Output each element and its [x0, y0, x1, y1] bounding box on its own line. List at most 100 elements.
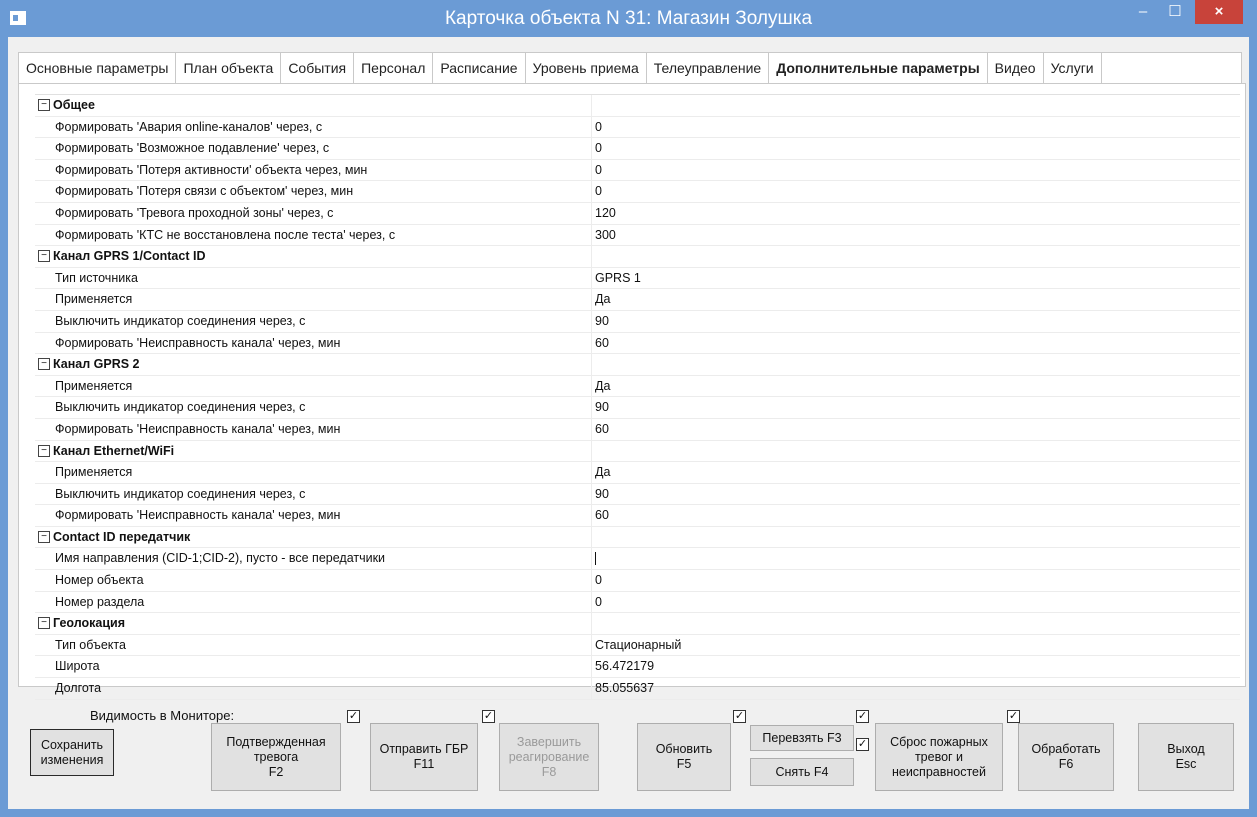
visibility-checkbox-confirmed-alarm[interactable]: ✓ [347, 710, 360, 723]
property-row[interactable]: Формировать 'КТС не восстановлена после … [35, 224, 1240, 247]
property-row[interactable]: Имя направления (CID-1;CID-2), пусто - в… [35, 548, 1240, 571]
tab-8[interactable]: Видео [988, 53, 1044, 83]
property-row[interactable]: Формировать 'Неисправность канала' через… [35, 505, 1240, 527]
disarm-button[interactable]: Снять F4 [750, 758, 854, 786]
property-row[interactable]: Тип источника GPRS 1 [35, 267, 1240, 290]
property-name: Широта [55, 659, 100, 674]
property-row[interactable]: Формировать 'Потеря связи с объектом' че… [35, 181, 1240, 203]
visibility-checkbox-reset-fire[interactable]: ✓ [1007, 710, 1020, 723]
title-bar[interactable]: Карточка объекта N 31: Магазин Золушка –… [0, 0, 1257, 37]
property-value[interactable]: 0 [595, 595, 602, 609]
category-row[interactable]: − Общее [35, 95, 1240, 117]
property-value[interactable]: 60 [595, 336, 609, 350]
tab-strip: Основные параметры План объекта События Пер… [18, 52, 1242, 83]
property-row[interactable]: Применяется Да [35, 375, 1240, 398]
collapse-icon[interactable]: − [38, 250, 50, 263]
properties-panel: − Общее Формировать 'Авария online-каналов… [18, 83, 1246, 700]
property-row[interactable]: Формировать 'Неисправность канала' через… [35, 332, 1240, 355]
refresh-button[interactable]: Обновить F5 [637, 723, 731, 791]
property-name: Формировать 'Потеря связи с объектом' че… [55, 184, 354, 199]
collapse-icon[interactable]: − [38, 444, 50, 457]
property-name: Формировать 'Неисправность канала' через… [55, 335, 341, 350]
category-row[interactable]: − Contact ID передатчик [35, 526, 1240, 549]
property-value[interactable]: 60 [595, 422, 609, 436]
category-row[interactable]: − Канал Ethernet/WiFi [35, 440, 1240, 463]
property-row[interactable]: Формировать 'Возможное подавление' через… [35, 138, 1240, 160]
property-value[interactable]: 0 [595, 184, 602, 198]
category-label: Канал GPRS 1/Contact ID [53, 249, 206, 264]
property-name: Применяется [55, 378, 133, 393]
property-value[interactable]: 85.055637 [595, 681, 654, 695]
reset-fire-alarms-button[interactable]: Сброс пожарных тревог и неисправностей [875, 723, 1003, 791]
property-row[interactable]: Выключить индикатор соединения через, с 9… [35, 397, 1240, 419]
property-row[interactable]: Тип объекта Стационарный [35, 634, 1240, 657]
property-name: Формировать 'Тревога проходной зоны' чер… [55, 205, 334, 220]
client-area: Основные параметры План объекта События Пер… [8, 37, 1249, 809]
visibility-checkbox-refresh[interactable]: ✓ [733, 710, 746, 723]
property-row[interactable]: Долгота 85.055637 [35, 678, 1240, 700]
visibility-checkbox-send-gbr[interactable]: ✓ [482, 710, 495, 723]
visibility-checkbox-rearm[interactable]: ✓ [856, 710, 869, 723]
tab-5[interactable]: Уровень приема [526, 53, 647, 83]
tab-6[interactable]: Телеуправление [647, 53, 770, 83]
property-value[interactable]: GPRS 1 [595, 271, 641, 285]
category-row[interactable]: − Канал GPRS 2 [35, 354, 1240, 376]
collapse-icon[interactable]: − [38, 617, 50, 630]
tab-9[interactable]: Услуги [1044, 53, 1102, 83]
save-button[interactable]: Сохранить изменения [30, 729, 114, 776]
property-value[interactable]: 56.472179 [595, 659, 654, 673]
property-value[interactable]: 300 [595, 228, 616, 242]
send-gbr-button[interactable]: Отправить ГБР F11 [370, 723, 478, 791]
collapse-icon[interactable]: − [38, 358, 50, 371]
property-row[interactable]: Номер объекта 0 [35, 570, 1240, 592]
close-button[interactable]: × [1195, 0, 1243, 24]
visibility-checkbox-disarm[interactable]: ✓ [856, 738, 869, 751]
property-value[interactable]: 90 [595, 487, 609, 501]
exit-button[interactable]: Выход Esc [1138, 723, 1234, 791]
tab-0[interactable]: Основные параметры [19, 53, 177, 83]
property-row[interactable]: Номер раздела 0 [35, 591, 1240, 614]
confirmed-alarm-button[interactable]: Подтвержденная тревога F2 [211, 723, 341, 791]
category-row[interactable]: − Геолокация [35, 613, 1240, 635]
property-value[interactable]: Да [595, 379, 610, 393]
minimize-button[interactable]: – [1128, 0, 1158, 24]
property-row[interactable]: Формировать 'Неисправность канала' через… [35, 418, 1240, 441]
property-row[interactable]: Формировать 'Тревога проходной зоны' чер… [35, 202, 1240, 225]
tab-2[interactable]: События [281, 53, 355, 83]
property-value[interactable]: 0 [595, 120, 602, 134]
property-value[interactable]: 0 [595, 141, 602, 155]
property-row[interactable]: Выключить индикатор соединения через, с 9… [35, 310, 1240, 333]
process-button[interactable]: Обработать F6 [1018, 723, 1114, 791]
property-value[interactable]: 0 [595, 163, 602, 177]
property-row[interactable]: Выключить индикатор соединения через, с 9… [35, 483, 1240, 506]
category-row[interactable]: − Канал GPRS 1/Contact ID [35, 246, 1240, 268]
tab-1[interactable]: План объекта [176, 53, 282, 83]
collapse-icon[interactable]: − [38, 99, 50, 111]
property-value[interactable]: 120 [595, 206, 616, 220]
property-row[interactable]: Применяется Да [35, 289, 1240, 311]
property-row[interactable]: Формировать 'Потеря активности' объекта … [35, 159, 1240, 182]
property-value[interactable]: Да [595, 292, 610, 306]
tab-3[interactable]: Персонал [354, 53, 434, 83]
property-name: Формировать 'Неисправность канала' через… [55, 421, 341, 436]
property-value[interactable]: Стационарный [595, 638, 681, 652]
property-row[interactable]: Формировать 'Авария online-каналов' чере… [35, 116, 1240, 139]
property-value[interactable]: 60 [595, 508, 609, 522]
property-value[interactable]: 90 [595, 400, 609, 414]
property-name: Выключить индикатор соединения через, с [55, 486, 306, 501]
maximize-button[interactable]: ☐ [1160, 0, 1190, 24]
property-name: Формировать 'Возможное подавление' через… [55, 141, 330, 156]
finish-response-button[interactable]: Завершить реагирование F8 [499, 723, 599, 791]
property-value[interactable]: Да [595, 465, 610, 479]
property-row[interactable]: Широта 56.472179 [35, 656, 1240, 679]
tab-7[interactable]: Дополнительные параметры [769, 53, 988, 83]
property-value[interactable]: 90 [595, 314, 609, 328]
tab-4[interactable]: Расписание [433, 53, 526, 83]
property-value[interactable]: 0 [595, 573, 602, 587]
collapse-icon[interactable]: − [38, 530, 50, 543]
property-name: Долгота [55, 681, 102, 696]
property-name: Формировать 'Неисправность канала' через… [55, 508, 341, 523]
window: Карточка объекта N 31: Магазин Золушка –… [0, 0, 1257, 817]
property-row[interactable]: Применяется Да [35, 462, 1240, 484]
rearm-button[interactable]: Перевзять F3 [750, 725, 854, 751]
